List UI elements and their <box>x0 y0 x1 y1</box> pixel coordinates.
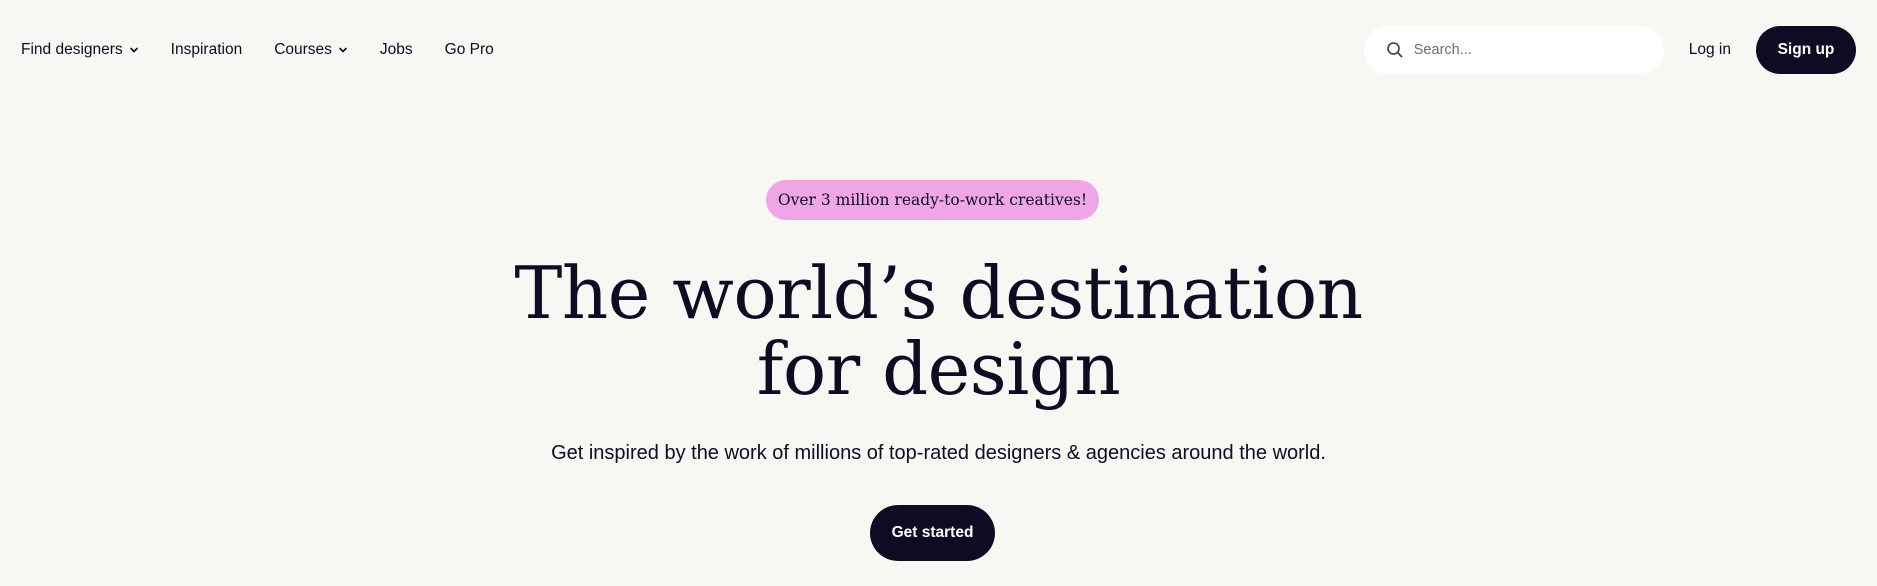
search-input[interactable] <box>1413 42 1634 58</box>
search-bar[interactable] <box>1363 26 1664 74</box>
search-icon <box>1386 42 1403 58</box>
page-title: The world’s destination for design <box>0 255 1877 407</box>
top-navbar: Find designers Inspiration Courses Jobs … <box>0 0 1877 100</box>
chevron-down-icon <box>129 47 138 53</box>
headline-line-1: The world’s destination <box>514 251 1363 335</box>
creatives-badge: Over 3 million ready-to-work creatives! <box>766 180 1099 220</box>
nav-jobs-label: Jobs <box>379 41 413 58</box>
nav-go-pro-label: Go Pro <box>444 41 494 58</box>
primary-nav: Find designers Inspiration Courses Jobs … <box>21 41 494 59</box>
nav-go-pro[interactable]: Go Pro <box>445 41 494 59</box>
nav-courses-label: Courses <box>274 41 332 58</box>
nav-jobs[interactable]: Jobs <box>380 41 413 59</box>
account-nav: Log in Sign up <box>1363 26 1856 74</box>
nav-find-designers-label: Find designers <box>21 41 123 58</box>
nav-inspiration[interactable]: Inspiration <box>171 41 243 59</box>
login-link[interactable]: Log in <box>1689 41 1731 59</box>
chevron-down-icon <box>339 47 347 53</box>
signup-button[interactable]: Sign up <box>1756 26 1856 74</box>
nav-inspiration-label: Inspiration <box>170 41 243 58</box>
nav-find-designers[interactable]: Find designers <box>21 41 139 59</box>
get-started-button[interactable]: Get started <box>870 505 995 561</box>
headline-line-2: for design <box>756 327 1121 411</box>
hero-subheadline: Get inspired by the work of millions of … <box>551 442 1326 464</box>
nav-courses[interactable]: Courses <box>274 41 348 59</box>
